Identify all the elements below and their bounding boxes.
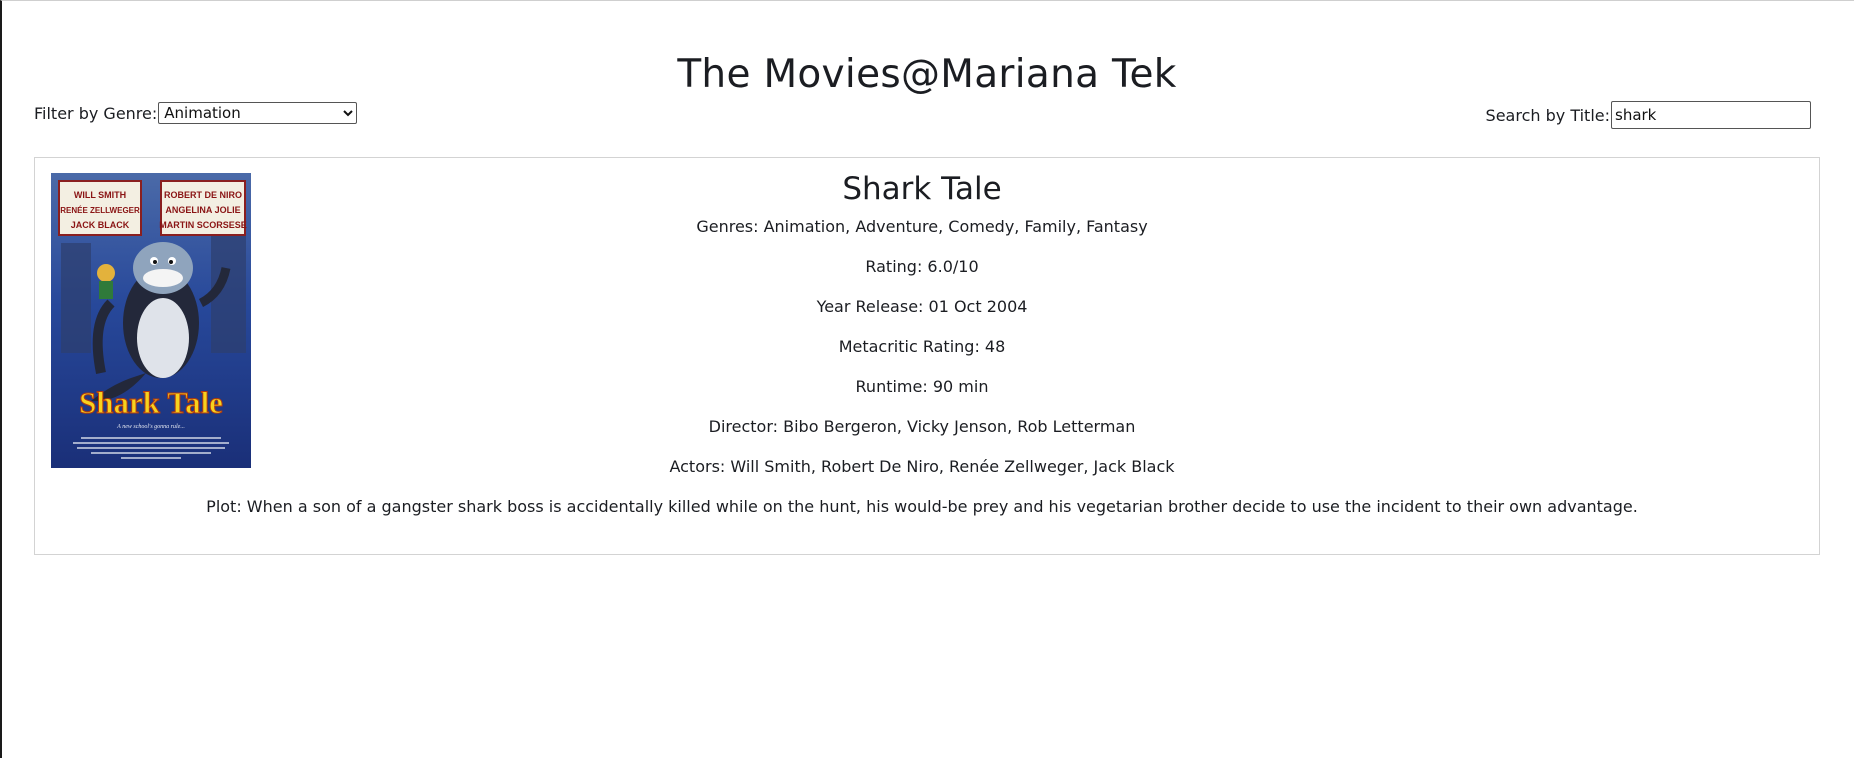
movie-genres: Genres: Animation, Adventure, Comedy, Fa… (696, 217, 1148, 236)
genre-filter-label: Filter by Genre: (34, 103, 158, 123)
movie-plot: Plot: When a son of a gangster shark bos… (206, 497, 1638, 516)
genre-filter: Filter by Genre: Animation (34, 102, 358, 124)
movie-runtime: Runtime: 90 min (855, 377, 989, 396)
title-search: Search by Title: (1486, 101, 1811, 129)
movie-details: Shark Tale Genres: Animation, Adventure,… (0, 171, 1809, 537)
movie-rating: Rating: 6.0/10 (865, 257, 979, 276)
movie-title: Shark Tale (842, 171, 1002, 207)
movie-metacritic: Metacritic Rating: 48 (838, 337, 1006, 356)
search-label: Search by Title: (1485, 105, 1610, 125)
movie-release: Year Release: 01 Oct 2004 (816, 297, 1028, 316)
movie-director: Director: Bibo Bergeron, Vicky Jenson, R… (708, 417, 1136, 436)
movie-card: WILL SMITH RENÉE ZELLWEGER JACK BLACK RO… (34, 157, 1820, 555)
genre-select[interactable]: Animation (158, 102, 358, 124)
movie-actors: Actors: Will Smith, Robert De Niro, René… (669, 457, 1175, 476)
page-title: The Movies@Mariana Tek (677, 52, 1177, 98)
search-input[interactable] (1611, 101, 1811, 129)
